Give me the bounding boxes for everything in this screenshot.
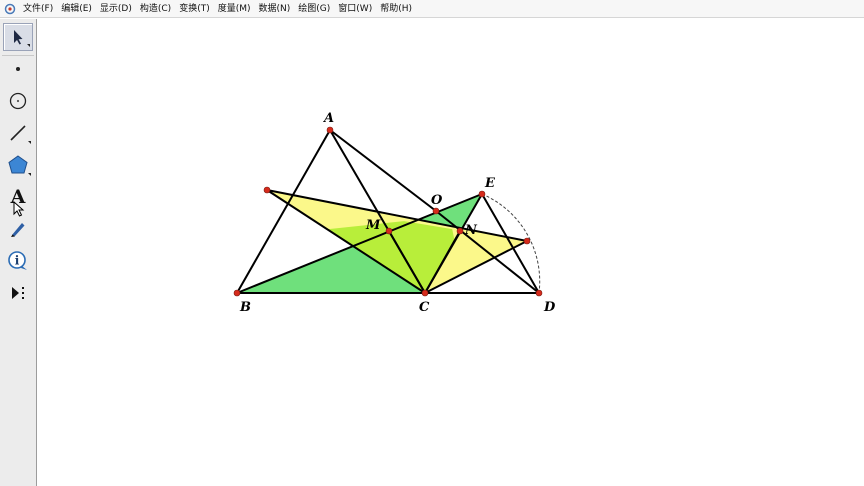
arrow-select-tool[interactable]: [3, 23, 33, 51]
mouse-cursor-icon: [13, 201, 25, 217]
svg-text:i: i: [15, 254, 20, 268]
point-yellow-right[interactable]: [523, 237, 531, 245]
point-a[interactable]: [326, 126, 334, 134]
compass-tool[interactable]: [3, 87, 33, 115]
custom-tool[interactable]: [3, 279, 33, 307]
label-n[interactable]: N: [464, 223, 478, 238]
label-d[interactable]: D: [543, 300, 556, 315]
menu-measure[interactable]: 度量(M): [214, 0, 255, 18]
information-tool[interactable]: i: [3, 247, 33, 275]
point-d[interactable]: [535, 289, 543, 297]
menu-display[interactable]: 显示(D): [96, 0, 136, 18]
point-o[interactable]: [432, 207, 440, 215]
custom-tool-icon: [12, 287, 24, 299]
menu-transform[interactable]: 变换(T): [175, 0, 214, 18]
point-c[interactable]: [421, 289, 429, 297]
menu-construct[interactable]: 构造(C): [136, 0, 175, 18]
compass-tool-icon: [9, 92, 27, 110]
app-icon[interactable]: [3, 2, 17, 16]
point-n[interactable]: [456, 227, 464, 235]
polygon-tool[interactable]: [3, 151, 33, 179]
point-b[interactable]: [233, 289, 241, 297]
information-tool-icon: i: [8, 251, 27, 270]
menu-window[interactable]: 窗口(W): [334, 0, 376, 18]
label-m[interactable]: M: [365, 218, 381, 233]
label-c[interactable]: C: [419, 300, 430, 315]
menu-edit[interactable]: 编辑(E): [57, 0, 96, 18]
point-e[interactable]: [478, 190, 486, 198]
segment-ao[interactable]: [329, 129, 437, 212]
toolbox: A i: [0, 19, 37, 486]
straightedge-tool[interactable]: [3, 119, 33, 147]
label-e[interactable]: E: [484, 176, 496, 191]
point-yellow-left[interactable]: [263, 186, 271, 194]
arrow-select-tool-icon: [14, 30, 23, 45]
geometry-figure: A B C D E O M N: [233, 111, 556, 315]
label-b[interactable]: B: [239, 300, 251, 315]
menu-bar: 文件(F) 编辑(E) 显示(D) 构造(C) 变换(T) 度量(M) 数据(N…: [0, 0, 864, 18]
menu-help[interactable]: 帮助(H): [376, 0, 416, 18]
menu-file[interactable]: 文件(F): [19, 0, 57, 18]
marker-tool[interactable]: [3, 215, 33, 243]
point-tool[interactable]: [3, 55, 33, 83]
point-tool-icon: [16, 67, 20, 71]
label-o[interactable]: O: [431, 193, 443, 208]
polygon-tool-icon: [8, 155, 28, 174]
menu-graph[interactable]: 绘图(G): [294, 0, 334, 18]
label-a[interactable]: A: [322, 111, 334, 126]
point-m[interactable]: [385, 227, 393, 235]
straightedge-tool-icon: [10, 125, 26, 141]
menu-data[interactable]: 数据(N): [255, 0, 295, 18]
sketch-canvas[interactable]: A B C D E O M N: [38, 19, 864, 486]
marker-tool-icon: [11, 223, 25, 237]
